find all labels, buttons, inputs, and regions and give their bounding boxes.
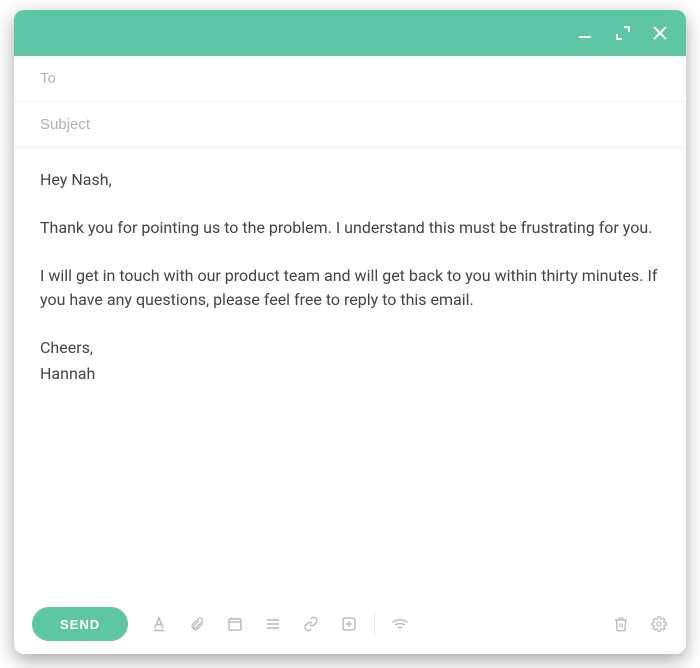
formatting-group <box>150 615 358 633</box>
subject-input[interactable] <box>40 116 660 133</box>
text-format-icon[interactable] <box>150 615 168 633</box>
wifi-icon[interactable] <box>391 615 409 633</box>
settings-icon[interactable] <box>650 615 668 633</box>
close-button[interactable] <box>652 25 668 41</box>
expand-button[interactable] <box>616 26 630 40</box>
insert-icon[interactable] <box>340 615 358 633</box>
titlebar <box>14 10 686 56</box>
body-paragraph: Cheers, <box>40 336 660 360</box>
toolbar-divider <box>374 613 375 635</box>
trash-icon[interactable] <box>612 615 630 633</box>
minimize-button[interactable] <box>578 25 594 41</box>
to-input[interactable] <box>40 70 660 87</box>
compose-window: Hey Nash, Thank you for pointing us to t… <box>14 10 686 654</box>
list-icon[interactable] <box>264 615 282 633</box>
body-paragraph: Thank you for pointing us to the problem… <box>40 216 660 240</box>
right-group <box>612 615 668 633</box>
body-paragraph: Hey Nash, <box>40 168 660 192</box>
send-button[interactable]: SEND <box>32 607 128 641</box>
attachment-icon[interactable] <box>188 615 206 633</box>
calendar-icon[interactable] <box>226 615 244 633</box>
body-paragraph: I will get in touch with our product tea… <box>40 264 660 312</box>
header-fields <box>14 56 686 148</box>
subject-field-row <box>14 102 686 148</box>
link-icon[interactable] <box>302 615 320 633</box>
body-paragraph: Hannah <box>40 362 660 386</box>
to-field-row <box>14 56 686 102</box>
message-body[interactable]: Hey Nash, Thank you for pointing us to t… <box>14 148 686 594</box>
compose-toolbar: SEND <box>14 594 686 654</box>
